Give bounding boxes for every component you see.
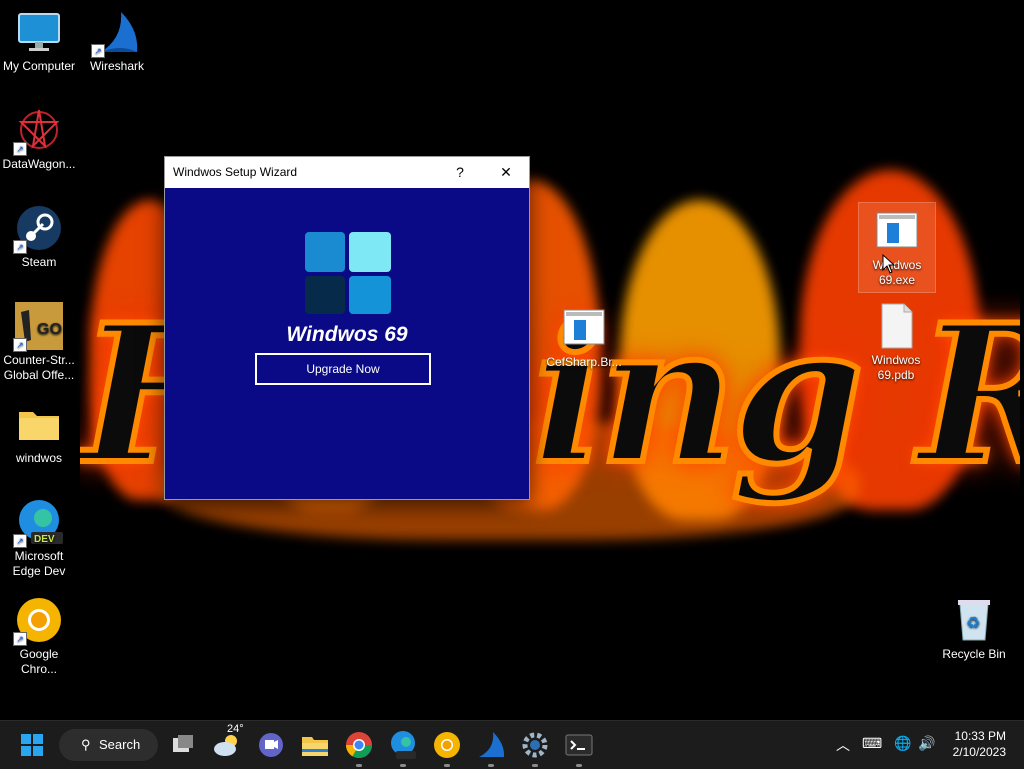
running-indicator	[356, 764, 362, 767]
close-button[interactable]: ✕	[483, 157, 529, 188]
running-indicator	[400, 764, 406, 767]
desktop-icon-csgo[interactable]: GO ↗ Counter-Str... Global Offe...	[1, 302, 77, 383]
desktop-icon-recycle-bin[interactable]: ♻ Recycle Bin	[936, 596, 1012, 662]
search-label: Search	[99, 737, 141, 752]
product-name: Windwos 69	[286, 323, 408, 346]
file-explorer-icon[interactable]	[299, 729, 331, 761]
desktop-icon-label: Recycle Bin	[942, 647, 1006, 661]
wireshark-fin-icon: ↗	[91, 8, 141, 58]
running-indicator	[444, 764, 450, 767]
shortcut-arrow-icon: ↗	[13, 142, 27, 156]
windwos-logo-icon	[305, 232, 395, 318]
recycle-bin-icon: ♻	[950, 596, 998, 644]
desktop-icon-edge-dev[interactable]: DEV ↗ Microsoft Edge Dev	[1, 498, 77, 579]
chevron-up-icon[interactable]: ︿	[836, 735, 850, 755]
desktop-icon-label: Counter-Str... Global Offe...	[3, 353, 75, 382]
application-icon	[873, 207, 921, 255]
teams-chat-icon[interactable]	[255, 729, 287, 761]
search-icon: ⚲	[81, 737, 91, 752]
shortcut-arrow-icon: ↗	[13, 338, 27, 352]
taskbar-search[interactable]: ⚲ Search	[59, 729, 158, 761]
window-titlebar[interactable]: Windwos Setup Wizard ? ✕	[165, 157, 529, 188]
shortcut-arrow-icon: ↗	[13, 534, 27, 548]
desktop-icon-label: windwos	[15, 451, 63, 465]
desktop-icon-my-computer[interactable]: My Computer	[1, 8, 77, 74]
csgo-icon: GO ↗	[13, 302, 63, 352]
window-title: Windwos Setup Wizard	[173, 165, 298, 179]
desktop-icon-windwos-folder[interactable]: windwos	[1, 400, 77, 466]
svg-text:GO: GO	[37, 321, 62, 338]
desktop-icon-label: Google Chro...	[19, 647, 59, 676]
application-icon	[560, 304, 608, 352]
desktop-icon-label: CefSharp.Br...	[546, 355, 622, 369]
svg-text:♻: ♻	[966, 613, 980, 632]
settings-icon[interactable]	[519, 729, 551, 767]
desktop-icon-label: Microsoft Edge Dev	[12, 549, 66, 578]
shortcut-arrow-icon: ↗	[13, 632, 27, 646]
weather-icon[interactable]: 24°	[211, 723, 244, 761]
desktop-icon-datawagon[interactable]: ↗ DataWagon...	[1, 106, 77, 172]
datawagon-icon: ↗	[13, 106, 63, 156]
edge-dev-icon[interactable]	[387, 729, 419, 767]
desktop-icon-windwos-exe[interactable]: Windwos 69.exe	[858, 202, 936, 293]
windows-logo-icon	[21, 734, 43, 756]
upgrade-now-button[interactable]: Upgrade Now	[255, 353, 431, 385]
desktop-icon-chrome-canary[interactable]: ↗ Google Chro...	[1, 596, 77, 677]
running-indicator	[576, 764, 582, 767]
svg-text:DEV: DEV	[34, 534, 55, 545]
shortcut-arrow-icon: ↗	[13, 240, 27, 254]
desktop-icon-label: DataWagon...	[2, 157, 76, 171]
desktop-icon-label: My Computer	[2, 59, 76, 73]
chrome-icon[interactable]	[343, 729, 375, 767]
folder-icon	[15, 400, 63, 448]
running-indicator	[488, 764, 494, 767]
system-clock[interactable]: 10:33 PM 2/10/2023	[953, 728, 1006, 760]
wizard-content: Windwos 69 Upgrade Now	[165, 188, 529, 499]
task-view-icon[interactable]	[167, 729, 199, 761]
wireshark-icon[interactable]	[475, 729, 507, 767]
shortcut-arrow-icon: ↗	[91, 44, 105, 58]
running-indicator	[532, 764, 538, 767]
desktop-icon-wireshark[interactable]: ↗ Wireshark	[79, 8, 155, 74]
steam-icon: ↗	[13, 204, 63, 254]
desktop-icon-label: Steam	[21, 255, 57, 269]
chrome-canary-icon[interactable]	[431, 729, 463, 767]
desktop-icon-label: Windwos 69.pdb	[871, 353, 921, 382]
monitor-icon	[15, 8, 63, 56]
desktop-icon-label: Wireshark	[89, 59, 144, 73]
desktop-icon-label: Windwos 69.exe	[872, 258, 922, 287]
network-globe-icon[interactable]: 🌐	[894, 735, 911, 752]
mouse-cursor-icon	[882, 253, 896, 279]
desktop-icon-steam[interactable]: ↗ Steam	[1, 204, 77, 270]
clock-date: 2/10/2023	[952, 745, 1006, 759]
setup-wizard-window[interactable]: Windwos Setup Wizard ? ✕ Windwos 69 Upgr…	[164, 156, 530, 500]
start-button[interactable]	[16, 729, 48, 761]
terminal-icon[interactable]	[563, 729, 595, 767]
clock-time: 10:33 PM	[954, 729, 1006, 743]
volume-icon[interactable]: 🔊	[918, 735, 935, 752]
chrome-canary-icon: ↗	[13, 596, 63, 646]
keyboard-icon[interactable]: ⌨	[862, 735, 882, 752]
file-icon	[872, 302, 920, 350]
desktop-icon-cefsharp[interactable]: CefSharp.Br...	[546, 304, 622, 370]
weather-temperature: 24°	[227, 723, 244, 735]
desktop-icon-windwos-pdb[interactable]: Windwos 69.pdb	[858, 302, 934, 383]
help-button[interactable]: ?	[437, 157, 483, 188]
edge-dev-icon: DEV ↗	[13, 498, 63, 548]
taskbar: ⚲ Search 24° ︿ ⌨ 🌐 🔊 10:33 PM 2/10/2023	[0, 720, 1024, 769]
